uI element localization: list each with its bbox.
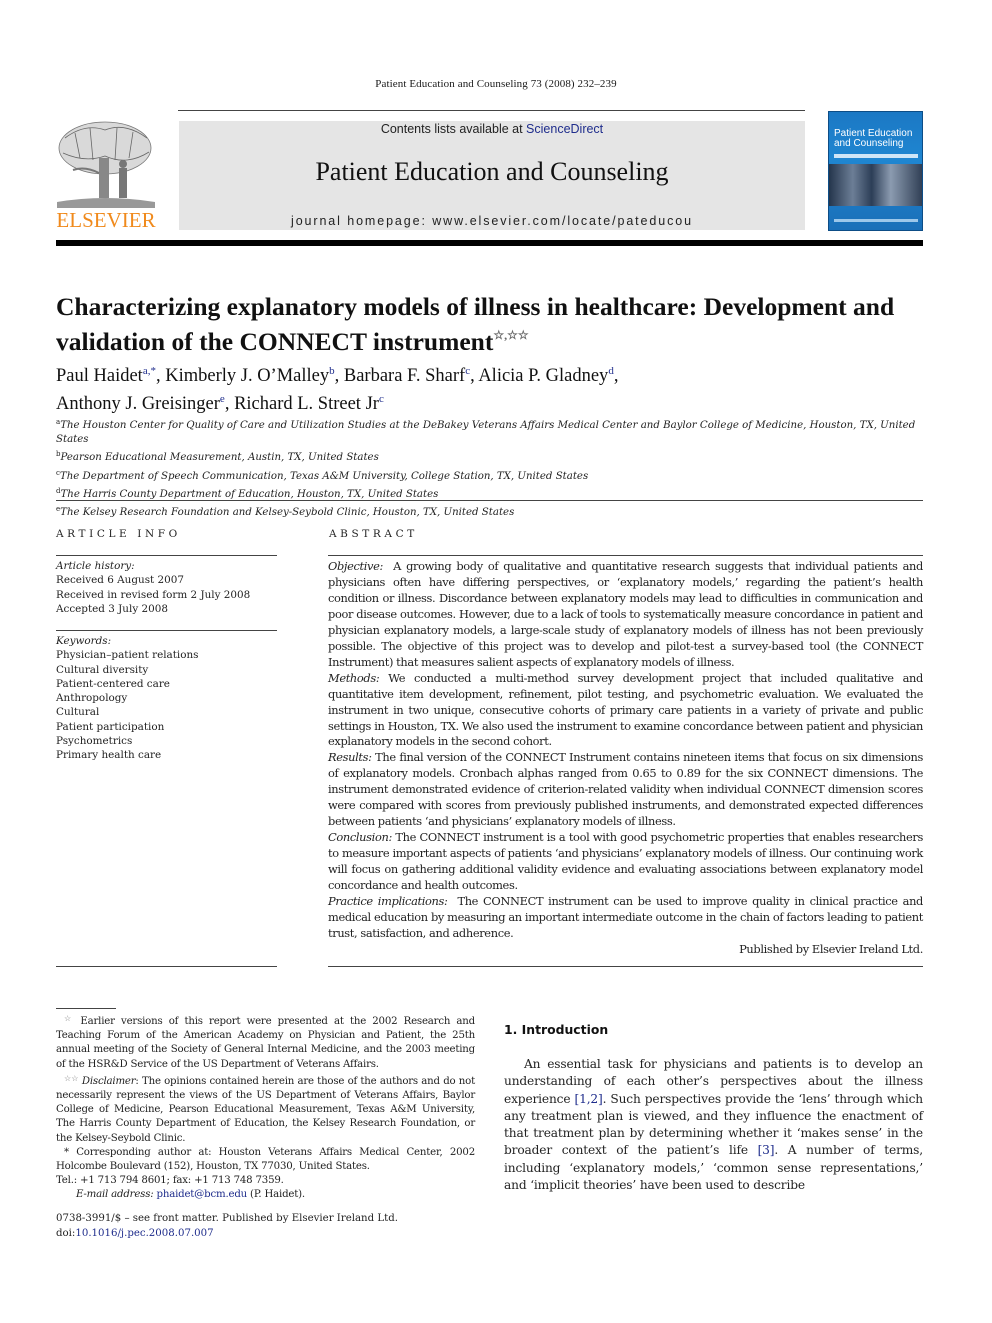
citation-link[interactable]: [1,2]	[574, 1092, 602, 1106]
author-separator: ,	[613, 366, 619, 386]
history-item: Received 6 August 2007	[56, 574, 184, 587]
footnotes: ☆ Earlier versions of this report were p…	[56, 1012, 475, 1203]
keywords: Keywords: Physician–patient relations Cu…	[56, 634, 277, 763]
author-name[interactable]: Anthony J. Greisinger	[56, 394, 220, 414]
section-divider	[56, 500, 923, 501]
article-title: Characterizing explanatory models of ill…	[56, 292, 895, 356]
abstract-body: Objective: A growing body of qualitative…	[328, 559, 923, 958]
author-affiliation-mark[interactable]: a,*	[143, 365, 156, 377]
article-info-bottom-rule	[56, 966, 277, 967]
elsevier-logo[interactable]: ELSEVIER	[55, 118, 157, 233]
keyword-item: Anthropology	[56, 692, 128, 705]
contents-prefix: Contents lists available at	[380, 122, 527, 136]
abstract-methods: Methods: We conducted a multi-method sur…	[328, 670, 923, 749]
abstract-objective: Objective: A growing body of qualitative…	[328, 559, 923, 669]
affiliation-text: The Houston Center for Quality of Care a…	[56, 420, 916, 446]
doi-link[interactable]: 10.1016/j.pec.2008.07.007	[75, 1228, 213, 1239]
affiliations: aThe Houston Center for Quality of Care …	[56, 415, 926, 520]
sciencedirect-link[interactable]: ScienceDirect	[526, 122, 603, 136]
article-history-label: Article history:	[56, 560, 135, 572]
affiliation-item: aThe Houston Center for Quality of Care …	[56, 415, 926, 447]
article-info-rule	[56, 555, 277, 556]
author-list: Paul Haideta,*, Kimberly J. O’Malleyb, B…	[56, 360, 926, 416]
abstract-bottom-rule	[328, 966, 923, 967]
cover-title: Patient Education and Counseling	[834, 128, 913, 149]
author-separator: ,	[155, 366, 166, 386]
published-by: Published by Elsevier Ireland Ltd.	[739, 941, 923, 956]
affiliation-text: Pearson Educational Measurement, Austin,…	[60, 452, 379, 464]
article-info-heading: ARTICLE INFO	[56, 528, 181, 540]
title-footnote-marks[interactable]: ☆,☆☆	[493, 328, 528, 342]
journal-cover-thumbnail[interactable]: Patient Education and Counseling	[828, 111, 923, 231]
affiliation-text: The Department of Speech Communication, …	[59, 470, 589, 482]
keyword-item: Primary health care	[56, 749, 162, 762]
author-name[interactable]: Richard L. Street Jr	[234, 394, 379, 414]
author-name[interactable]: Kimberly J. O’Malley	[165, 366, 329, 386]
abstract-conclusion: Conclusion: The CONNECT instrument is a …	[328, 830, 923, 893]
header-rule	[178, 110, 805, 111]
history-item: Accepted 3 July 2008	[56, 602, 168, 615]
cover-subtitle-bar	[834, 154, 918, 158]
abstract-results: Results: The final version of the CONNEC…	[328, 750, 923, 829]
author-separator: ,	[224, 394, 235, 414]
footnote-1: ☆ Earlier versions of this report were p…	[56, 1014, 475, 1070]
affiliation-text: The Kelsey Research Foundation and Kelse…	[60, 507, 515, 519]
introduction-heading: 1. Introduction	[504, 1022, 609, 1037]
keywords-rule	[56, 630, 277, 631]
cover-footer	[834, 219, 918, 222]
author-name[interactable]: Alicia P. Gladney	[478, 366, 608, 386]
abstract-practice-implications: Practice implications: The CONNECT instr…	[328, 894, 923, 940]
issn-line: 0738-3991/$ – see front matter. Publishe…	[56, 1213, 398, 1224]
contents-line: Contents lists available at ScienceDirec…	[179, 122, 805, 136]
cover-photo	[829, 164, 922, 206]
article-history: Article history: Received 6 August 2007 …	[56, 559, 277, 616]
keyword-item: Physician–patient relations	[56, 649, 199, 662]
affiliation-item: bPearson Educational Measurement, Austin…	[56, 447, 926, 465]
keyword-item: Cultural diversity	[56, 663, 149, 676]
affiliation-text: The Harris County Department of Educatio…	[60, 488, 439, 500]
corresponding-author: * Corresponding author at: Houston Veter…	[56, 1146, 475, 1173]
keyword-item: Cultural	[56, 706, 100, 719]
footnote-rule	[56, 1008, 116, 1009]
author-name[interactable]: Barbara F. Sharf	[344, 366, 465, 386]
doi-line: doi:10.1016/j.pec.2008.07.007	[56, 1227, 214, 1239]
citation-link[interactable]: [3]	[758, 1143, 775, 1157]
journal-title: Patient Education and Counseling	[315, 157, 669, 186]
email-link[interactable]: phaidet@bcm.edu	[157, 1189, 248, 1200]
author-separator: ,	[334, 366, 344, 386]
author-name[interactable]: Paul Haidet	[56, 366, 143, 386]
header-thick-rule	[56, 240, 923, 246]
history-item: Received in revised form 2 July 2008	[56, 588, 251, 601]
introduction-paragraph: An essential task for physicians and pat…	[504, 1057, 923, 1193]
footnote-2: ☆☆ Disclaimer: The opinions contained he…	[56, 1073, 475, 1144]
running-head: Patient Education and Counseling 73 (200…	[375, 78, 617, 90]
abstract-heading: ABSTRACT	[329, 528, 418, 540]
keywords-label: Keywords:	[56, 635, 112, 647]
elsevier-tree-icon	[57, 121, 155, 208]
author-affiliation-mark[interactable]: c	[379, 393, 384, 405]
keyword-item: Patient-centered care	[56, 677, 170, 690]
affiliation-item: eThe Kelsey Research Foundation and Kels…	[56, 502, 926, 520]
issn-block: 0738-3991/$ – see front matter. Publishe…	[56, 1212, 475, 1241]
abstract-rule	[328, 555, 923, 556]
email-line: E-mail address: phaidet@bcm.edu (P. Haid…	[76, 1189, 305, 1201]
keyword-item: Patient participation	[56, 720, 165, 733]
affiliation-item: cThe Department of Speech Communication,…	[56, 466, 926, 484]
journal-masthead: Contents lists available at ScienceDirec…	[179, 121, 805, 230]
contact-phone: Tel.: +1 713 794 8601; fax: +1 713 748 7…	[56, 1175, 284, 1187]
keyword-item: Psychometrics	[56, 735, 133, 748]
elsevier-wordmark: ELSEVIER	[56, 208, 156, 232]
journal-homepage-link[interactable]: journal homepage: www.elsevier.com/locat…	[179, 214, 805, 228]
